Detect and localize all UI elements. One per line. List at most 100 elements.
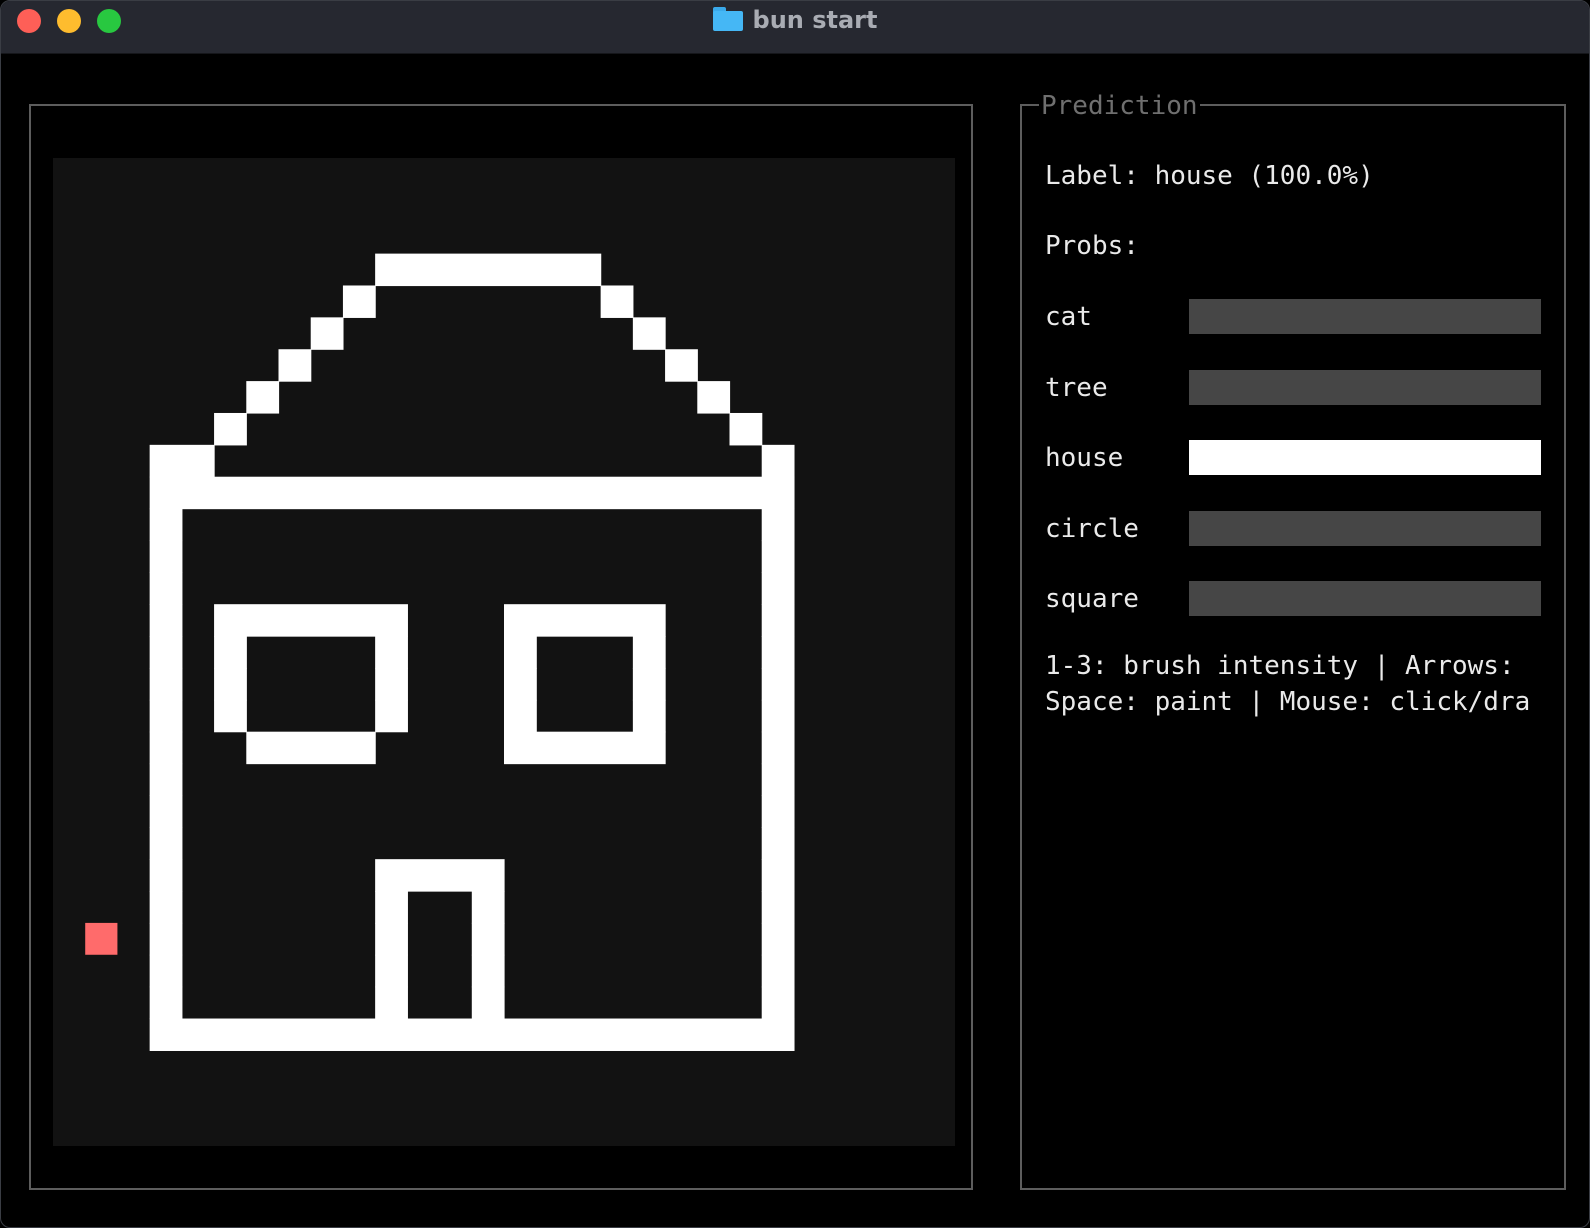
prob-bar-track <box>1189 440 1541 475</box>
painted-pixel <box>375 922 408 956</box>
painted-pixel <box>214 699 247 733</box>
prob-label: house <box>1045 443 1124 473</box>
prediction-panel-title: Prediction <box>1039 89 1200 123</box>
painted-pixel <box>375 891 408 924</box>
help-text-line-1: 1-3: brush intensity | Arrows: <box>1045 651 1515 681</box>
painted-pixel <box>375 636 408 669</box>
painted-pixel <box>149 476 795 510</box>
painted-pixel <box>761 986 795 1020</box>
window-title-group: bun start <box>1 5 1589 35</box>
painted-pixel <box>761 763 795 797</box>
painted-pixel <box>149 699 183 733</box>
painted-pixel <box>149 1018 795 1051</box>
painted-pixel <box>632 667 666 701</box>
prob-label: circle <box>1045 514 1139 544</box>
painted-pixel <box>697 381 731 414</box>
painted-pixel <box>761 859 795 892</box>
window-title: bun start <box>752 6 878 34</box>
painted-pixel <box>149 859 183 892</box>
brush-cursor <box>85 922 118 955</box>
painted-pixel <box>471 891 505 924</box>
app-window: bun start Prediction Label: house (100.0… <box>0 0 1590 1228</box>
painted-pixel <box>504 731 666 765</box>
prob-bar-fill <box>1189 440 1541 475</box>
painted-pixel <box>149 795 183 828</box>
painted-pixel <box>761 731 795 765</box>
painted-pixel <box>375 986 408 1020</box>
painted-pixel <box>761 636 795 669</box>
painted-pixel <box>375 667 408 701</box>
prob-row-circle: circle <box>1045 511 1545 547</box>
painted-pixel <box>761 699 795 733</box>
painted-pixel <box>149 827 183 860</box>
painted-pixel <box>761 572 795 605</box>
painted-pixel <box>761 922 795 956</box>
painted-pixel <box>149 444 215 478</box>
painted-pixel <box>149 667 183 701</box>
painted-pixel <box>342 285 376 318</box>
painted-pixel <box>375 859 505 892</box>
help-text-line-2: Space: paint | Mouse: click/dra <box>1045 687 1531 717</box>
painted-pixel <box>471 954 505 988</box>
painted-pixel <box>761 891 795 924</box>
prob-row-house: house <box>1045 440 1545 476</box>
painted-pixel <box>149 891 183 924</box>
painted-pixel <box>665 349 698 382</box>
painted-pixel <box>761 954 795 988</box>
painted-pixel <box>149 572 183 605</box>
prob-row-cat: cat <box>1045 299 1545 335</box>
painted-pixel <box>246 731 376 765</box>
painted-pixel <box>149 636 183 669</box>
prob-label: square <box>1045 584 1139 614</box>
predicted-label: Label: house (100.0%) <box>1045 161 1374 191</box>
prob-bar-track <box>1189 299 1541 334</box>
painted-pixel <box>149 604 183 637</box>
painted-pixel <box>214 636 247 669</box>
painted-pixel <box>278 349 312 382</box>
painted-pixel <box>149 986 183 1020</box>
painted-pixel <box>149 508 183 542</box>
painted-pixel <box>375 253 602 287</box>
painted-pixel <box>504 604 666 637</box>
prob-label: tree <box>1045 373 1108 403</box>
painted-pixel <box>729 412 763 446</box>
painted-pixel <box>761 508 795 542</box>
painted-pixel <box>632 699 666 733</box>
painted-pixel <box>149 540 183 573</box>
painted-pixel <box>375 954 408 988</box>
painted-pixel <box>632 317 666 350</box>
painted-pixel <box>214 604 408 637</box>
prob-row-square: square <box>1045 581 1545 617</box>
painted-pixel <box>149 922 183 956</box>
painted-pixel <box>761 540 795 573</box>
prob-row-tree: tree <box>1045 370 1545 406</box>
prob-bar-track <box>1189 581 1541 616</box>
drawing-canvas[interactable] <box>53 158 955 1146</box>
folder-icon <box>712 7 743 31</box>
painted-pixel <box>761 827 795 860</box>
painted-pixel <box>761 795 795 828</box>
painted-pixel <box>600 285 634 318</box>
painted-pixel <box>471 986 505 1020</box>
painted-pixel <box>214 667 247 701</box>
painted-pixel <box>310 317 344 350</box>
painted-pixel <box>761 444 795 478</box>
painted-pixel <box>149 763 183 797</box>
painted-pixel <box>504 667 537 701</box>
painted-pixel <box>761 667 795 701</box>
prob-bar-track <box>1189 370 1541 405</box>
painted-pixel <box>504 699 537 733</box>
painted-pixel <box>632 636 666 669</box>
painted-pixel <box>149 954 183 988</box>
painted-pixel <box>471 922 505 956</box>
painted-pixel <box>761 604 795 637</box>
probs-heading: Probs: <box>1045 231 1139 261</box>
painted-pixel <box>246 381 280 414</box>
prediction-panel <box>1020 104 1566 1190</box>
painted-pixel <box>504 636 537 669</box>
painted-pixel <box>149 731 183 765</box>
painted-pixel <box>214 412 247 446</box>
prob-bar-track <box>1189 511 1541 546</box>
prob-label: cat <box>1045 302 1092 332</box>
painted-pixel <box>375 699 408 733</box>
